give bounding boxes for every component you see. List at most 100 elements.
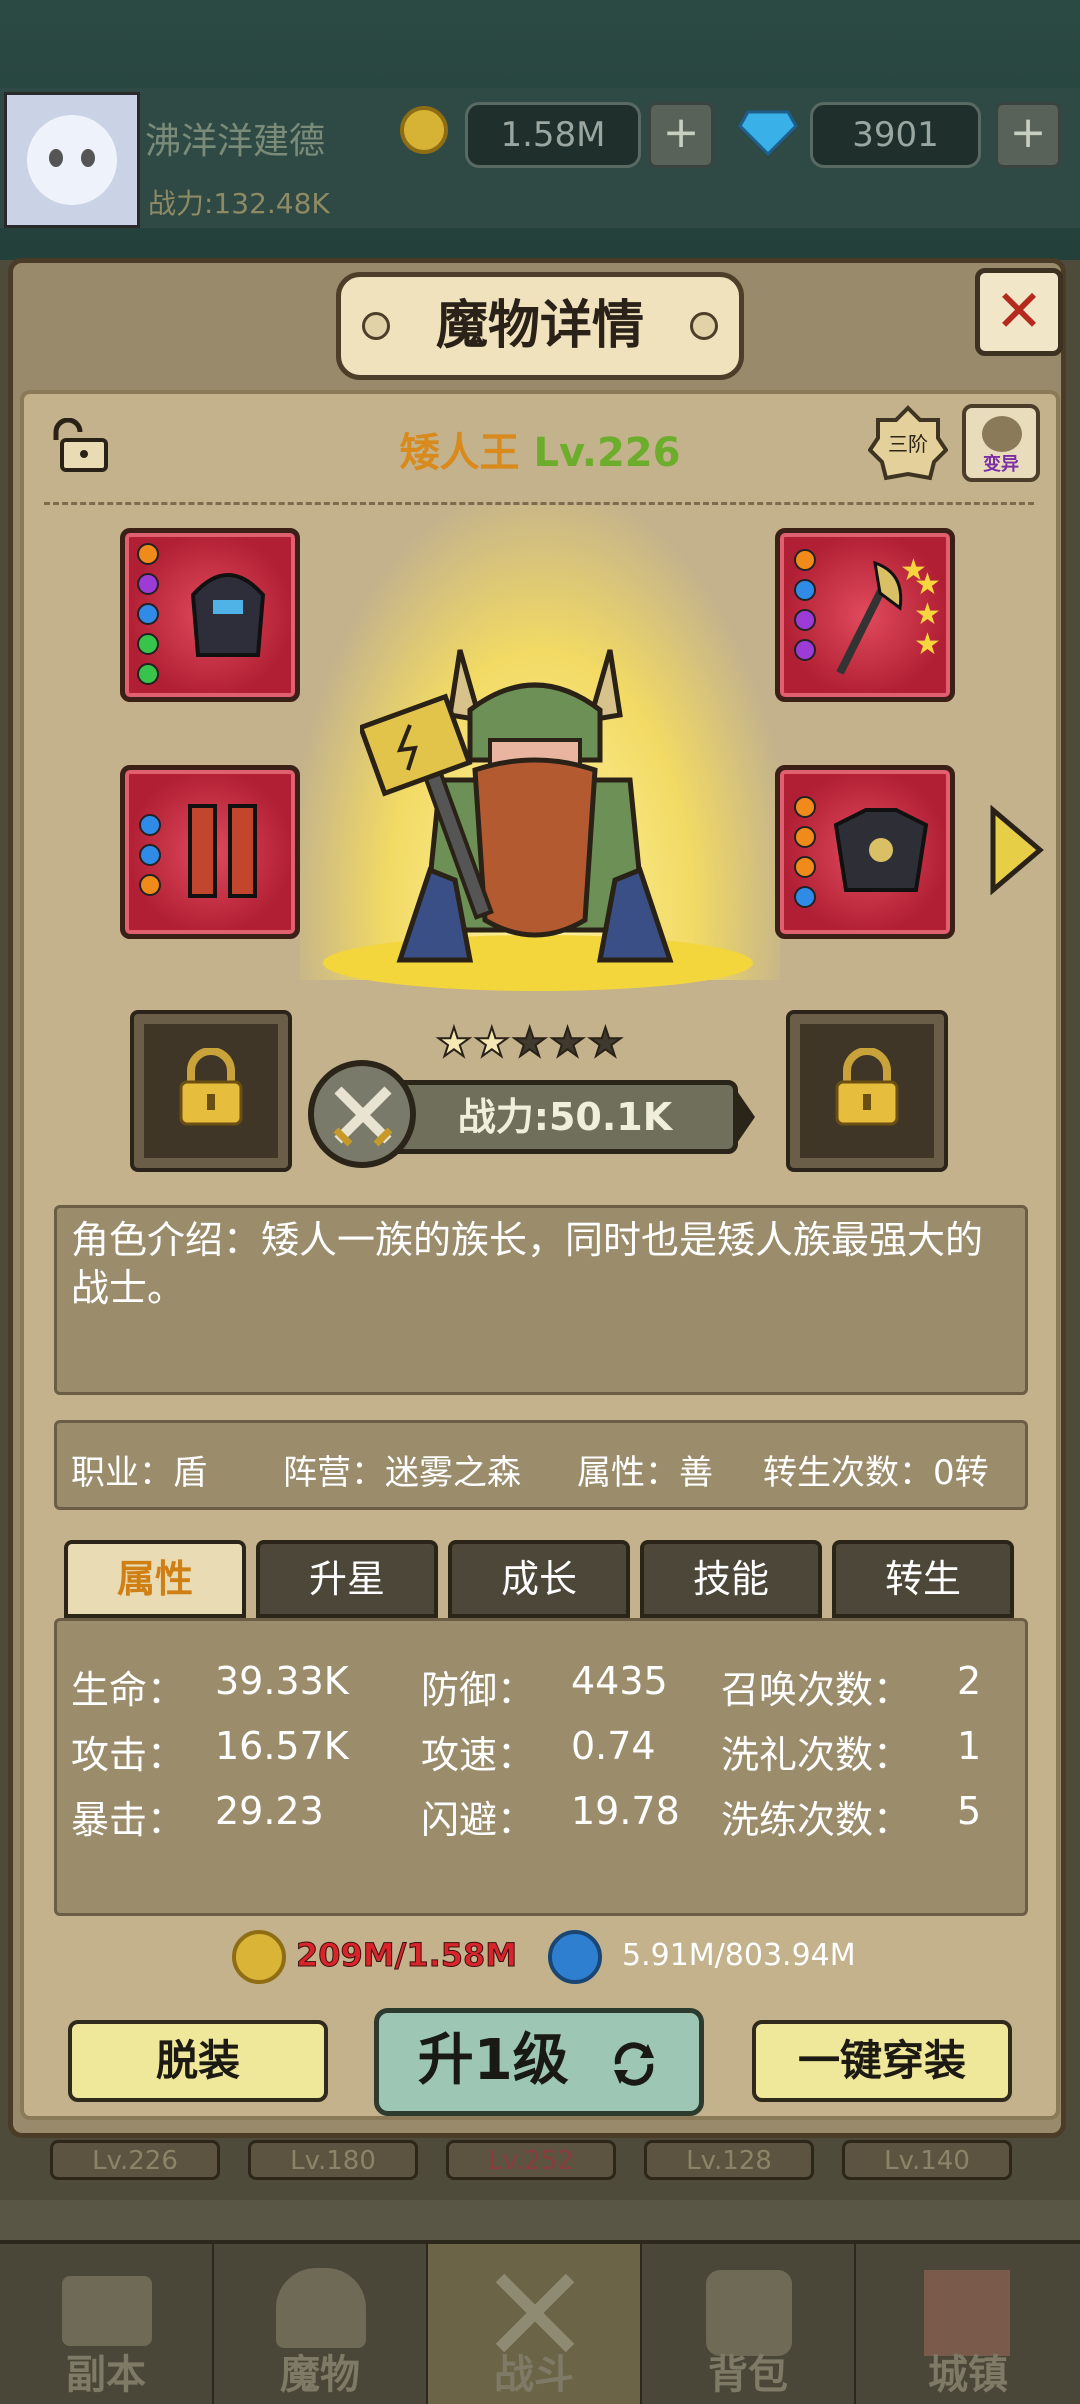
gem-green: [137, 663, 159, 685]
nav-label: 魔物: [280, 2352, 360, 2398]
star-empty-icon: ★: [549, 1019, 588, 1067]
gold-cost: 209M/1.58M: [295, 1936, 518, 1975]
gem-blue: [139, 844, 161, 866]
stat-label: 召唤次数：: [721, 1668, 912, 1712]
rebirth-info: 转生次数：0转: [763, 1453, 989, 1493]
stat-label: 洗练次数：: [721, 1798, 912, 1842]
unlock-icon[interactable]: [48, 418, 112, 474]
nav-label: 战斗: [494, 2352, 574, 2398]
gem-blue: [137, 603, 159, 625]
stat-value: 4435: [571, 1659, 668, 1703]
star-icon: ★: [900, 553, 927, 588]
tab-star-up[interactable]: 升星: [256, 1540, 438, 1618]
equip-all-button[interactable]: 一键穿装: [752, 2020, 1012, 2102]
stat-label: 生命：: [71, 1668, 186, 1712]
stat-label: 攻速：: [421, 1733, 536, 1777]
add-gems-button[interactable]: +: [995, 102, 1061, 168]
next-arrow-icon[interactable]: [985, 805, 1045, 895]
tab-growth[interactable]: 成长: [448, 1540, 630, 1618]
job-info: 职业：盾: [71, 1453, 207, 1493]
monster-level-chip[interactable]: Lv.226: [50, 2140, 220, 2180]
monster-description: 角色介绍：矮人一族的族长，同时也是矮人族最强大的战士。: [54, 1205, 1028, 1395]
padlock-icon: [179, 1048, 243, 1126]
avatar-eye-left: [49, 149, 63, 167]
nav-monsters[interactable]: 魔物: [214, 2244, 428, 2404]
close-button[interactable]: ✕: [975, 268, 1063, 356]
monster-level-chip[interactable]: Lv.128: [644, 2140, 814, 2180]
nav-town[interactable]: 城镇: [856, 2244, 1080, 2404]
gem-orange: [137, 543, 159, 565]
gem-blue: [139, 814, 161, 836]
nav-label: 背包: [708, 2352, 788, 2398]
dialog-title: 魔物详情: [336, 272, 744, 380]
mutate-button[interactable]: 变异: [962, 404, 1040, 482]
rank-badge: 三阶: [867, 404, 949, 484]
equip-slot-boots[interactable]: [120, 765, 300, 939]
mutate-label: 变异: [983, 454, 1019, 475]
essence-cost: 5.91M/803.94M: [622, 1938, 856, 1973]
nav-label: 城镇: [928, 2352, 1008, 2398]
map-icon: [62, 2276, 152, 2346]
stat-value: 1: [957, 1724, 982, 1768]
rank-text: 三阶: [888, 432, 928, 456]
avatar-face: [27, 115, 117, 205]
stat-value: 16.57K: [215, 1724, 349, 1768]
gem-amount: 3901: [810, 102, 981, 168]
gem-orange: [794, 796, 816, 818]
tab-skills[interactable]: 技能: [640, 1540, 822, 1618]
level-up-button[interactable]: 升1级: [374, 2008, 704, 2116]
stat-label: 暴击：: [71, 1798, 186, 1842]
gem-blue: [794, 886, 816, 908]
power-badge: [308, 1060, 416, 1168]
nav-bag[interactable]: 背包: [642, 2244, 856, 2404]
gem-purple: [794, 609, 816, 631]
gem-orange: [139, 874, 161, 896]
monster-icon: [276, 2268, 366, 2348]
star-filled-icon: ★: [473, 1019, 512, 1067]
nav-dungeon[interactable]: 副本: [0, 2244, 214, 2404]
boots-icon: [188, 804, 257, 898]
gem-orange: [794, 826, 816, 848]
gold-coin-icon: [400, 106, 448, 154]
locked-slot-right[interactable]: [786, 1010, 948, 1172]
stat-label: 闪避：: [421, 1798, 536, 1842]
monster-level: Lv.226: [533, 430, 681, 476]
locked-slot-inner: [800, 1024, 934, 1158]
equip-slot-weapon[interactable]: ★ ★ ★ ★: [775, 528, 955, 702]
stat-value: 0.74: [571, 1724, 656, 1768]
stats-panel: 生命： 39.33K 防御： 4435 召唤次数： 2 攻击： 16.57K 攻…: [54, 1618, 1028, 1916]
stat-value: 2: [957, 1659, 982, 1703]
monster-power-text: 战力:50.1K: [457, 1095, 673, 1139]
monster-level-chip[interactable]: Lv.180: [248, 2140, 418, 2180]
dialog-title-text: 魔物详情: [435, 296, 644, 356]
star-filled-icon: ★: [435, 1019, 474, 1067]
info-bar: 职业：盾 阵营：迷雾之森 属性：善 转生次数：0转: [54, 1420, 1028, 1510]
avatar-eye-right: [81, 149, 95, 167]
gem-purple: [137, 573, 159, 595]
essence-orb-icon: [548, 1930, 602, 1984]
diamond-icon: [738, 110, 798, 157]
level-up-label: 升1级: [417, 2028, 569, 2093]
avatar[interactable]: [4, 92, 140, 228]
equip-slot-armor[interactable]: [775, 765, 955, 939]
gem-blue: [794, 579, 816, 601]
star-icon: ★: [914, 627, 941, 662]
bottom-nav: 副本 魔物 战斗 背包 城镇: [0, 2240, 1080, 2404]
stat-value: 5: [957, 1789, 982, 1833]
monster-name-text: 矮人王: [399, 430, 520, 476]
unequip-button[interactable]: 脱装: [68, 2020, 328, 2102]
monster-level-chip[interactable]: Lv.252: [446, 2140, 616, 2180]
gem-purple: [794, 639, 816, 661]
locked-slot-left[interactable]: [130, 1010, 292, 1172]
monster-level-chip[interactable]: Lv.140: [842, 2140, 1012, 2180]
gem-orange: [794, 856, 816, 878]
nav-battle[interactable]: 战斗: [428, 2244, 642, 2404]
tab-attributes[interactable]: 属性: [64, 1540, 246, 1618]
gold-amount: 1.58M: [465, 102, 641, 168]
attr-info: 属性：善: [577, 1453, 713, 1493]
stat-value: 19.78: [571, 1789, 680, 1833]
crossed-swords-icon: [333, 1086, 393, 1147]
tab-rebirth[interactable]: 转生: [832, 1540, 1014, 1618]
equip-slot-helmet[interactable]: [120, 528, 300, 702]
add-gold-button[interactable]: +: [648, 102, 714, 168]
